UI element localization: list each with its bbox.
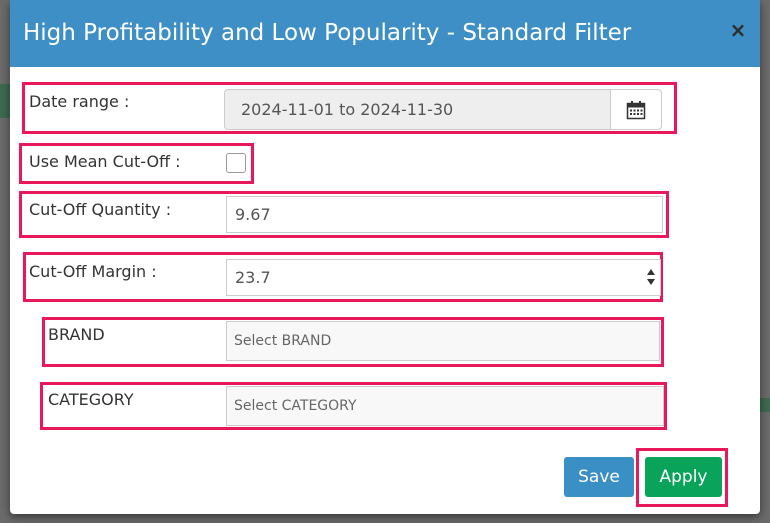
category-label: CATEGORY bbox=[48, 390, 134, 409]
date-range-input[interactable]: 2024-11-01 to 2024-11-30 bbox=[224, 89, 662, 130]
background-page-strip bbox=[760, 398, 770, 412]
apply-button[interactable]: Apply bbox=[645, 457, 722, 497]
spinner-icon bbox=[647, 269, 655, 285]
date-range-label: Date range : bbox=[29, 92, 130, 111]
cutoff-quantity-input[interactable]: 9.67 bbox=[226, 196, 663, 233]
use-mean-cutoff-label: Use Mean Cut-Off : bbox=[29, 152, 181, 171]
category-placeholder: Select CATEGORY bbox=[234, 398, 357, 414]
date-range-value: 2024-11-01 to 2024-11-30 bbox=[241, 100, 454, 119]
brand-label: BRAND bbox=[48, 325, 105, 344]
number-spinner[interactable] bbox=[646, 266, 656, 288]
modal-header: High Profitability and Low Popularity - … bbox=[10, 0, 760, 67]
filter-modal: High Profitability and Low Popularity - … bbox=[10, 0, 760, 514]
modal-title: High Profitability and Low Popularity - … bbox=[23, 20, 632, 46]
cutoff-margin-value: 23.7 bbox=[235, 268, 271, 287]
category-select[interactable]: Select CATEGORY bbox=[226, 386, 664, 426]
cutoff-margin-label: Cut-Off Margin : bbox=[29, 262, 157, 281]
save-button[interactable]: Save bbox=[564, 457, 634, 497]
background-page-strip bbox=[0, 84, 10, 118]
calendar-icon bbox=[626, 100, 646, 119]
use-mean-cutoff-checkbox[interactable] bbox=[226, 153, 246, 173]
cutoff-margin-input[interactable]: 23.7 bbox=[226, 259, 661, 296]
close-icon[interactable]: × bbox=[729, 20, 747, 40]
cutoff-quantity-value: 9.67 bbox=[235, 205, 271, 224]
brand-placeholder: Select BRAND bbox=[234, 333, 332, 349]
calendar-button[interactable] bbox=[610, 90, 661, 129]
cutoff-quantity-label: Cut-Off Quantity : bbox=[29, 200, 172, 219]
brand-select[interactable]: Select BRAND bbox=[226, 321, 660, 361]
